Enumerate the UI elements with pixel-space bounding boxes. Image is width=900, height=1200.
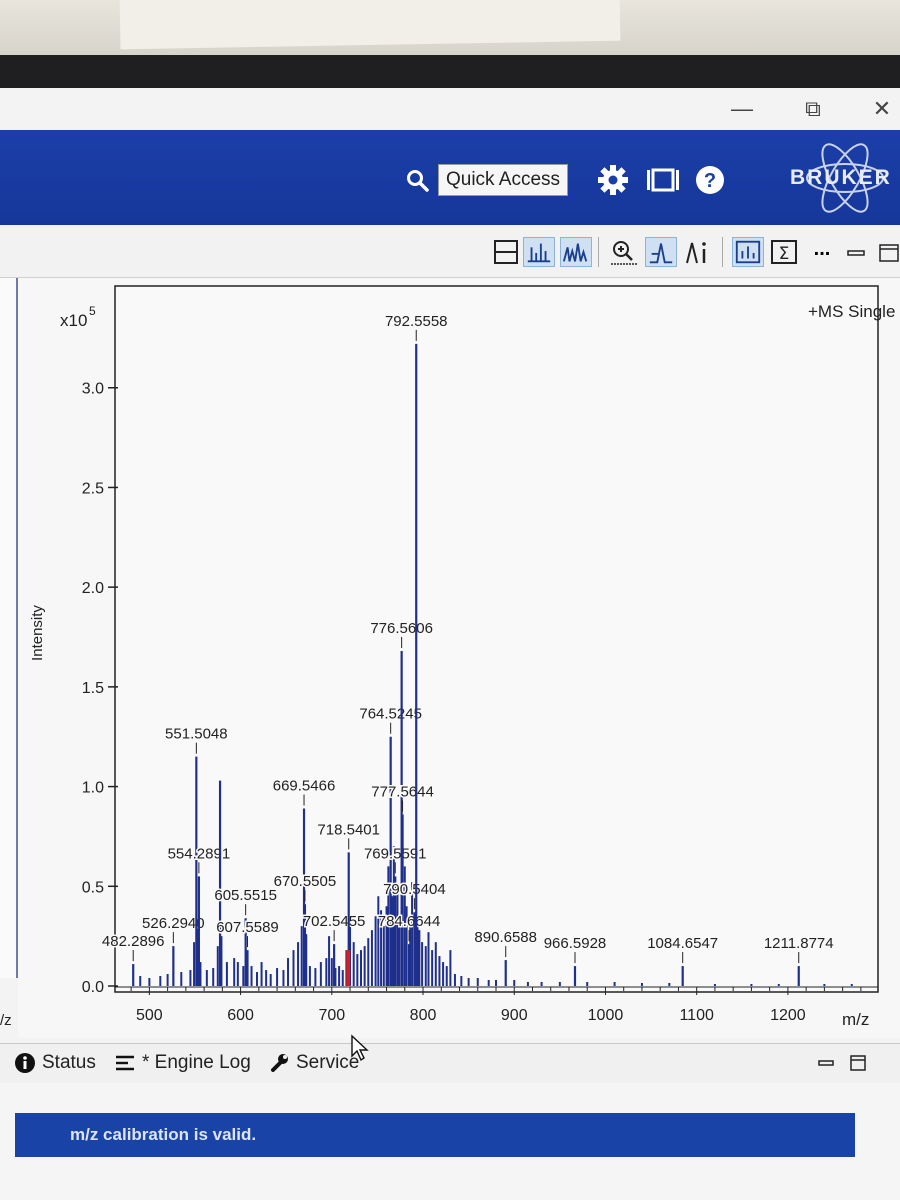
tab-status-label: Status [42,1052,96,1073]
help-icon[interactable]: ? [694,164,726,196]
dock-maximize-icon[interactable] [848,1054,868,1072]
more-icon[interactable]: ... [806,237,838,267]
x-tick-label: 700 [318,1007,345,1024]
minimize-window-button[interactable]: — [722,94,762,124]
mass-spectrum-chart[interactable]: x10 5 +MS Single Intensity m/z /z 0.0 0.5… [0,278,900,1043]
peak-label: 790.5404 [383,881,446,898]
peak-label: 1084.6547 [647,935,718,952]
peak-label: 670.5505 [274,873,337,890]
zoom-icon[interactable] [608,237,640,267]
peak-label: 482.2896 [102,933,165,950]
dock-minimize-icon[interactable] [816,1054,836,1072]
mouse-cursor-icon [351,1034,369,1062]
svg-text:Σ: Σ [779,244,790,264]
peak-label: 777.5644 [371,783,434,800]
restore-window-button[interactable]: ⧉ [793,94,833,124]
spectrum-toolbar: Σ ... [0,225,900,278]
x-tick-label: 1000 [588,1007,624,1024]
tab-engine-log-label: * Engine Log [142,1052,251,1073]
y-tick-label: 2.5 [82,480,104,497]
info-icon [15,1053,35,1073]
tab-status[interactable]: Status [14,1052,96,1074]
message-area: m/z calibration is valid. [0,1083,900,1200]
plot-frame [114,285,879,993]
y-axis-exponent: 5 [89,304,96,318]
split-view-icon[interactable] [490,237,522,267]
app-header: Quick Access ? BRUKER [0,130,900,225]
peak-label: 669.5466 [273,778,336,795]
peak-label: 792.5558 [385,313,448,330]
peak-label: 890.6588 [474,929,537,946]
peak-marker [346,950,351,986]
x-tick-label: 1200 [770,1007,806,1024]
line-spectrum-icon[interactable] [523,237,555,267]
peak-label: 784.6644 [378,913,441,930]
application-window: — ⧉ ✕ Quick Access ? BRUKER Σ ... x10 5 … [0,88,900,1200]
y-tick-label: 0.0 [82,979,104,996]
list-icon [116,1055,134,1071]
x-tick-label: 1100 [679,1007,714,1024]
y-axis-label: Intensity [29,605,46,661]
y-tick-label: 2.0 [82,580,104,597]
brand-logo-text: BRUKER [790,166,892,189]
peak-label: 1211.8774 [764,935,834,952]
peak-label: 966.5928 [544,935,607,952]
x-tick-label: 800 [410,1007,437,1024]
maximize-icon[interactable] [872,237,900,267]
y-tick-label: 1.0 [82,780,104,797]
sum-icon[interactable]: Σ [768,237,800,267]
y-tick-label: 3.0 [82,381,104,398]
quick-access-field[interactable]: Quick Access [438,164,568,196]
gear-icon[interactable] [597,164,629,196]
y-axis-multiplier: x10 [60,311,87,330]
axis-fragment-label: /z [0,1012,12,1029]
profile-spectrum-icon[interactable] [560,237,592,267]
search-icon[interactable] [405,168,429,192]
peak-label: 702.5455 [303,913,366,930]
peak-label: 776.5606 [370,620,433,637]
spectrum-title: +MS Single [808,302,895,321]
window-titlebar: — ⧉ ✕ [0,88,900,130]
y-tick-label: 1.5 [82,680,104,697]
y-tick-label: 0.5 [82,879,104,896]
annotation-icon[interactable] [683,237,715,267]
status-dock: Status * Engine Log Service [0,1034,900,1084]
close-window-button[interactable]: ✕ [862,94,900,124]
bar-view-icon[interactable] [732,237,764,267]
peak-label: 764.5245 [359,706,422,723]
tab-service[interactable]: Service [268,1052,359,1074]
minimize-icon[interactable] [840,237,872,267]
peak-pick-icon[interactable] [645,237,677,267]
x-axis-label: m/z [842,1010,869,1029]
x-tick-label: 900 [501,1007,528,1024]
x-tick-label: 600 [227,1007,254,1024]
peak-label: 605.5515 [214,887,277,904]
peak-label: 607.5589 [216,919,279,936]
calibration-message: m/z calibration is valid. [15,1113,855,1157]
svg-text:?: ? [704,170,716,192]
wrench-icon [271,1054,288,1072]
tab-engine-log[interactable]: * Engine Log [114,1052,251,1074]
peak-label: 551.5048 [165,726,228,743]
x-tick-label: 500 [136,1007,163,1024]
layout-icon[interactable] [645,164,681,196]
peak-label: 718.5401 [317,821,380,838]
